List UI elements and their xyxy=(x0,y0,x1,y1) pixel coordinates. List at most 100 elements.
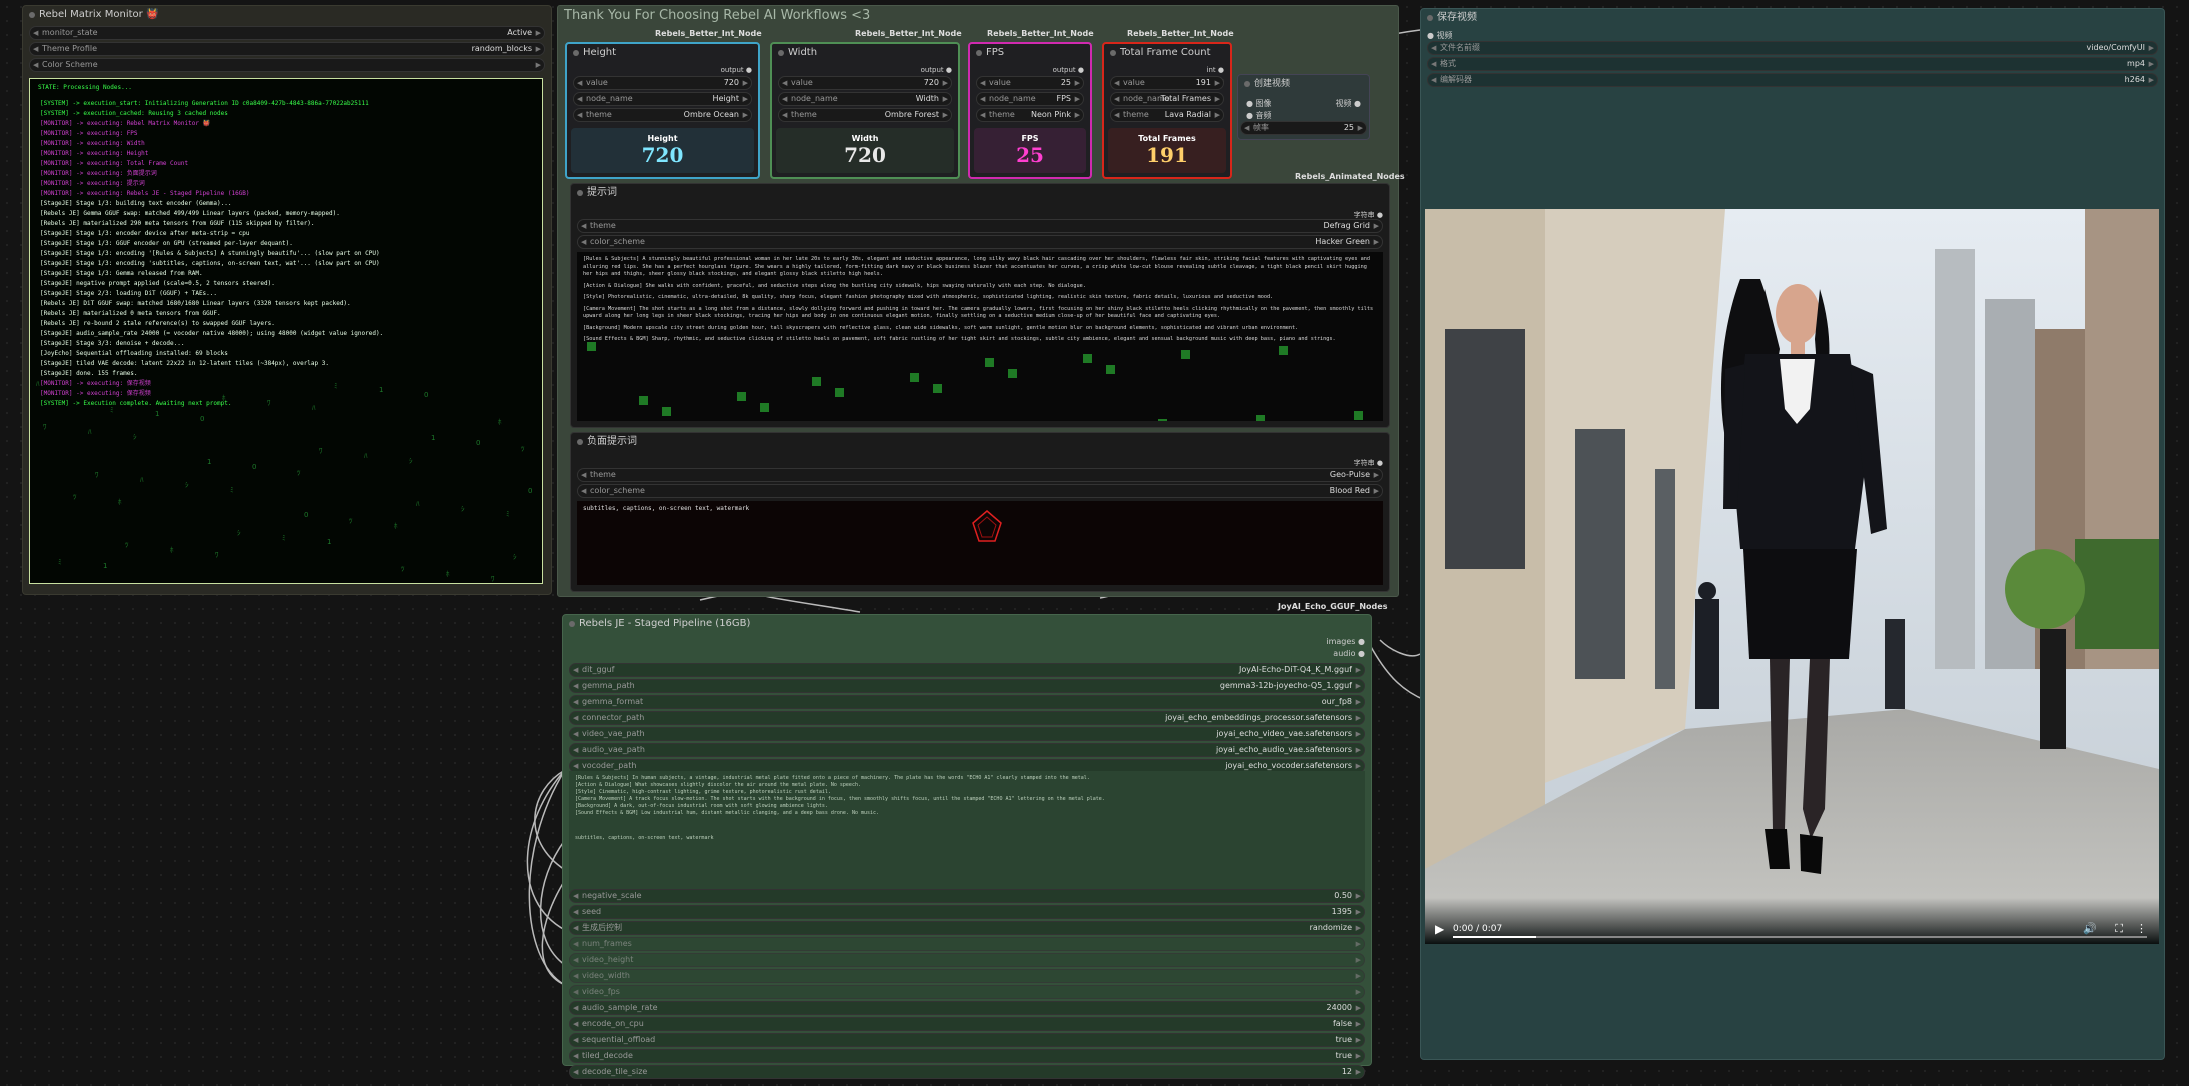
prompt-paragraph: [Background] Modern upscale city street … xyxy=(583,324,1299,331)
node-title[interactable]: FPS xyxy=(970,44,1090,62)
pipeline-widget-sequential-offload[interactable]: sequential_offload true xyxy=(569,1033,1365,1047)
node-name-widget[interactable]: node_nameTotal Frames xyxy=(1110,92,1224,106)
more-options-icon[interactable]: ⋮ xyxy=(2136,922,2147,935)
pipeline-widget-tiled-decode[interactable]: tiled_decode true xyxy=(569,1049,1365,1063)
pipeline-widget-audio-sample-rate[interactable]: audio_sample_rate 24000 xyxy=(569,1001,1365,1015)
node-title[interactable]: Width xyxy=(772,44,958,62)
node-title[interactable]: 提示词 xyxy=(571,184,1389,202)
group-title[interactable]: Thank You For Choosing Rebel AI Workflow… xyxy=(564,8,870,23)
video-output-port[interactable]: 视频 ● xyxy=(1335,98,1361,109)
video-preview[interactable]: ▶ 0:00 / 0:07 🔊 ⛶ ⋮ xyxy=(1425,209,2159,944)
value-widget[interactable]: value 720 xyxy=(573,76,752,90)
fullscreen-icon[interactable]: ⛶ xyxy=(2115,922,2123,936)
console-line: [MONITOR] -> executing: 保存视频 xyxy=(40,380,151,387)
pipeline-widget-video-vae-path[interactable]: video_vae_path joyai_echo_video_vae.safet… xyxy=(569,727,1365,741)
widget-value: Hacker Green xyxy=(1315,237,1370,246)
matrix-monitor-node[interactable]: Rebel Matrix Monitor 👹 monitor_state Act… xyxy=(22,5,552,595)
video-controls[interactable]: ▶ 0:00 / 0:07 🔊 ⛶ ⋮ xyxy=(1425,898,2159,944)
images-output-port[interactable]: images ● xyxy=(1326,637,1365,646)
value-widget[interactable]: value 720 xyxy=(778,76,952,90)
node-title[interactable]: 保存视频 xyxy=(1421,9,2164,27)
save-video-node[interactable]: 保存视频 ● 视频 文件名前缀video/ComfyUI格式mp4编解码器h26… xyxy=(1420,8,2165,1060)
save-widget[interactable]: 文件名前缀 video/ComfyUI xyxy=(1427,41,2158,55)
widget-label: gemma_format xyxy=(582,697,644,706)
node-name-widget[interactable]: node_name Height xyxy=(573,92,752,106)
fps-widget[interactable]: 帧率 25 xyxy=(1240,121,1367,135)
pipeline-widget-gemma-format[interactable]: gemma_format our_fp8 xyxy=(569,695,1365,709)
output-port[interactable]: output ● xyxy=(921,66,952,74)
node-title[interactable]: Total Frame Count xyxy=(1104,44,1230,62)
pipeline-widget-seed[interactable]: seed 1395 xyxy=(569,905,1365,919)
volume-icon[interactable]: 🔊 xyxy=(2083,922,2097,935)
node-title[interactable]: Rebel Matrix Monitor 👹 xyxy=(23,6,551,24)
play-icon[interactable]: ▶ xyxy=(1435,922,1444,936)
output-port[interactable]: output ● xyxy=(1053,66,1084,74)
pipeline-input-video-fps[interactable]: video_fps xyxy=(569,985,1365,999)
matrix-console[interactable]: STATE: Processing Nodes... [SYSTEM] -> e… xyxy=(29,78,543,584)
matrix-rain-glyph: ﾜ xyxy=(95,471,99,479)
pipeline-widget-connector-path[interactable]: connector_path joyai_echo_embeddings_proc… xyxy=(569,711,1365,725)
widget-label: node_name xyxy=(586,94,633,103)
widget-label: gemma_path xyxy=(582,681,635,690)
theme-widget[interactable]: theme Ombre Ocean xyxy=(573,108,752,122)
node-title[interactable]: Rebels JE - Staged Pipeline (16GB) xyxy=(563,615,1371,633)
pipeline-widget-dit-gguf[interactable]: dit_gguf JoyAI-Echo-DiT-Q4_K_M.gguf xyxy=(569,663,1365,677)
theme-widget[interactable]: theme Ombre Forest xyxy=(778,108,952,122)
audio-output-port[interactable]: audio ● xyxy=(1333,649,1365,658)
negative-prompt-textarea[interactable]: subtitles, captions, on-screen text, wat… xyxy=(577,501,1383,585)
console-line: [Rebels JE] materialized 290 meta tensor… xyxy=(40,220,315,227)
input-label: num_frames xyxy=(582,939,632,948)
color-scheme-widget[interactable]: color_scheme Blood Red xyxy=(577,484,1383,498)
port-label: audio xyxy=(1333,649,1356,658)
value-widget[interactable]: value 25 xyxy=(976,76,1084,90)
prompt-textarea[interactable]: [Rules & Subjects] A stunningly beautifu… xyxy=(577,252,1383,421)
defrag-block xyxy=(1279,346,1288,355)
pipeline-widget-decode-tile-size[interactable]: decode_tile_size 12 xyxy=(569,1065,1365,1079)
monitor-state-widget[interactable]: monitor_state Active xyxy=(29,26,545,40)
theme-widget[interactable]: theme Geo-Pulse xyxy=(577,468,1383,482)
staged-pipeline-node[interactable]: Rebels JE - Staged Pipeline (16GB) image… xyxy=(562,614,1372,1079)
node-title[interactable]: Height xyxy=(567,44,758,62)
string-output-port[interactable]: 字符串 ● xyxy=(1354,458,1383,468)
create-video-node[interactable]: 创建视频 ● 图像 ● 音频 视频 ● 帧率 25 xyxy=(1237,74,1370,140)
pipeline-widget-encode-on-cpu[interactable]: encode_on_cpu false xyxy=(569,1017,1365,1031)
pipeline-widget-gemma-path[interactable]: gemma_path gemma3-12b-joyecho-Q5_1.gguf xyxy=(569,679,1365,693)
audio-input-port[interactable]: ● 音频 xyxy=(1246,110,1272,121)
theme-widget[interactable]: theme Defrag Grid xyxy=(577,219,1383,233)
node-name-widget[interactable]: node_name FPS xyxy=(976,92,1084,106)
pipeline-widget--[interactable]: 生成后控制 randomize xyxy=(569,921,1365,935)
pipeline-prompt-textarea[interactable]: [Rules & Subjects] In human subjects, a … xyxy=(569,771,1365,833)
widget-label: 生成后控制 xyxy=(582,923,622,932)
save-widget[interactable]: 编解码器 h264 xyxy=(1427,73,2158,87)
pipeline-input-num-frames[interactable]: num_frames xyxy=(569,937,1365,951)
color-scheme-widget[interactable]: Color Scheme xyxy=(29,58,545,72)
pipeline-input-video-height[interactable]: video_height xyxy=(569,953,1365,967)
negative-prompt-node[interactable]: 负面提示词 字符串 ● theme Geo-Pulse color_scheme… xyxy=(570,432,1390,592)
image-input-port[interactable]: ● 图像 xyxy=(1246,98,1272,109)
theme-widget[interactable]: theme Lava Radial xyxy=(1110,108,1224,122)
widget-label: 帧率 xyxy=(1253,123,1269,132)
color-scheme-widget[interactable]: color_scheme Hacker Green xyxy=(577,235,1383,249)
prompt-line: [Rules & Subjects] In human subjects, a … xyxy=(575,775,1090,781)
save-widget[interactable]: 格式 mp4 xyxy=(1427,57,2158,71)
theme-widget[interactable]: theme Neon Pink xyxy=(976,108,1084,122)
widget-label: value xyxy=(989,78,1011,87)
theme-profile-widget[interactable]: Theme Profile random_blocks xyxy=(29,42,545,56)
prompt-node[interactable]: 提示词 字符串 ● theme Defrag Grid color_scheme… xyxy=(570,183,1390,428)
node-name-widget[interactable]: node_name Width xyxy=(778,92,952,106)
value-widget[interactable]: value 191 xyxy=(1110,76,1224,90)
int-node-total-frame-count[interactable]: Total Frame Countint ●string ●value191no… xyxy=(1102,42,1232,179)
pipeline-widget-audio-vae-path[interactable]: audio_vae_path joyai_echo_audio_vae.safet… xyxy=(569,743,1365,757)
video-seek-bar[interactable] xyxy=(1453,936,2147,938)
int-node-fps[interactable]: FPS output ● value 25 node_name FPS theme Neon … xyxy=(968,42,1092,179)
pipeline-negative-textarea[interactable]: subtitles, captions, on-screen text, wat… xyxy=(569,831,1365,893)
output-port[interactable]: output ● xyxy=(721,66,752,74)
pipeline-input-video-width[interactable]: video_width xyxy=(569,969,1365,983)
int-node-height[interactable]: Height output ● value 720 node_name Height the… xyxy=(565,42,760,179)
output-port[interactable]: int ● xyxy=(1207,66,1224,74)
matrix-rain-glyph: ｼ xyxy=(513,553,517,561)
pipeline-widget-negative-scale[interactable]: negative_scale 0.50 xyxy=(569,889,1365,903)
int-node-width[interactable]: Width output ● value 720 node_name Width theme… xyxy=(770,42,960,179)
node-title[interactable]: 负面提示词 xyxy=(571,433,1389,451)
node-title[interactable]: 创建视频 xyxy=(1238,75,1369,93)
